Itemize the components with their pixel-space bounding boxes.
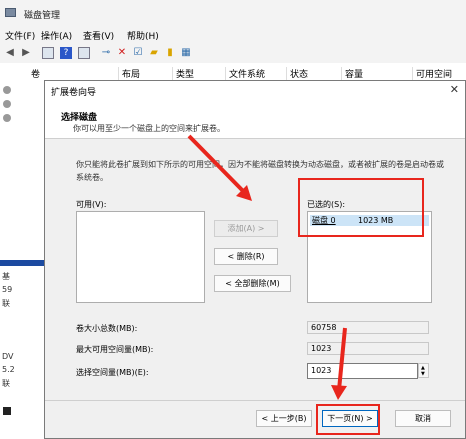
arrowhead-next	[331, 385, 347, 400]
arrow-to-selected	[187, 134, 248, 196]
annotation-arrows	[187, 134, 347, 400]
arrow-to-next	[337, 327, 347, 391]
